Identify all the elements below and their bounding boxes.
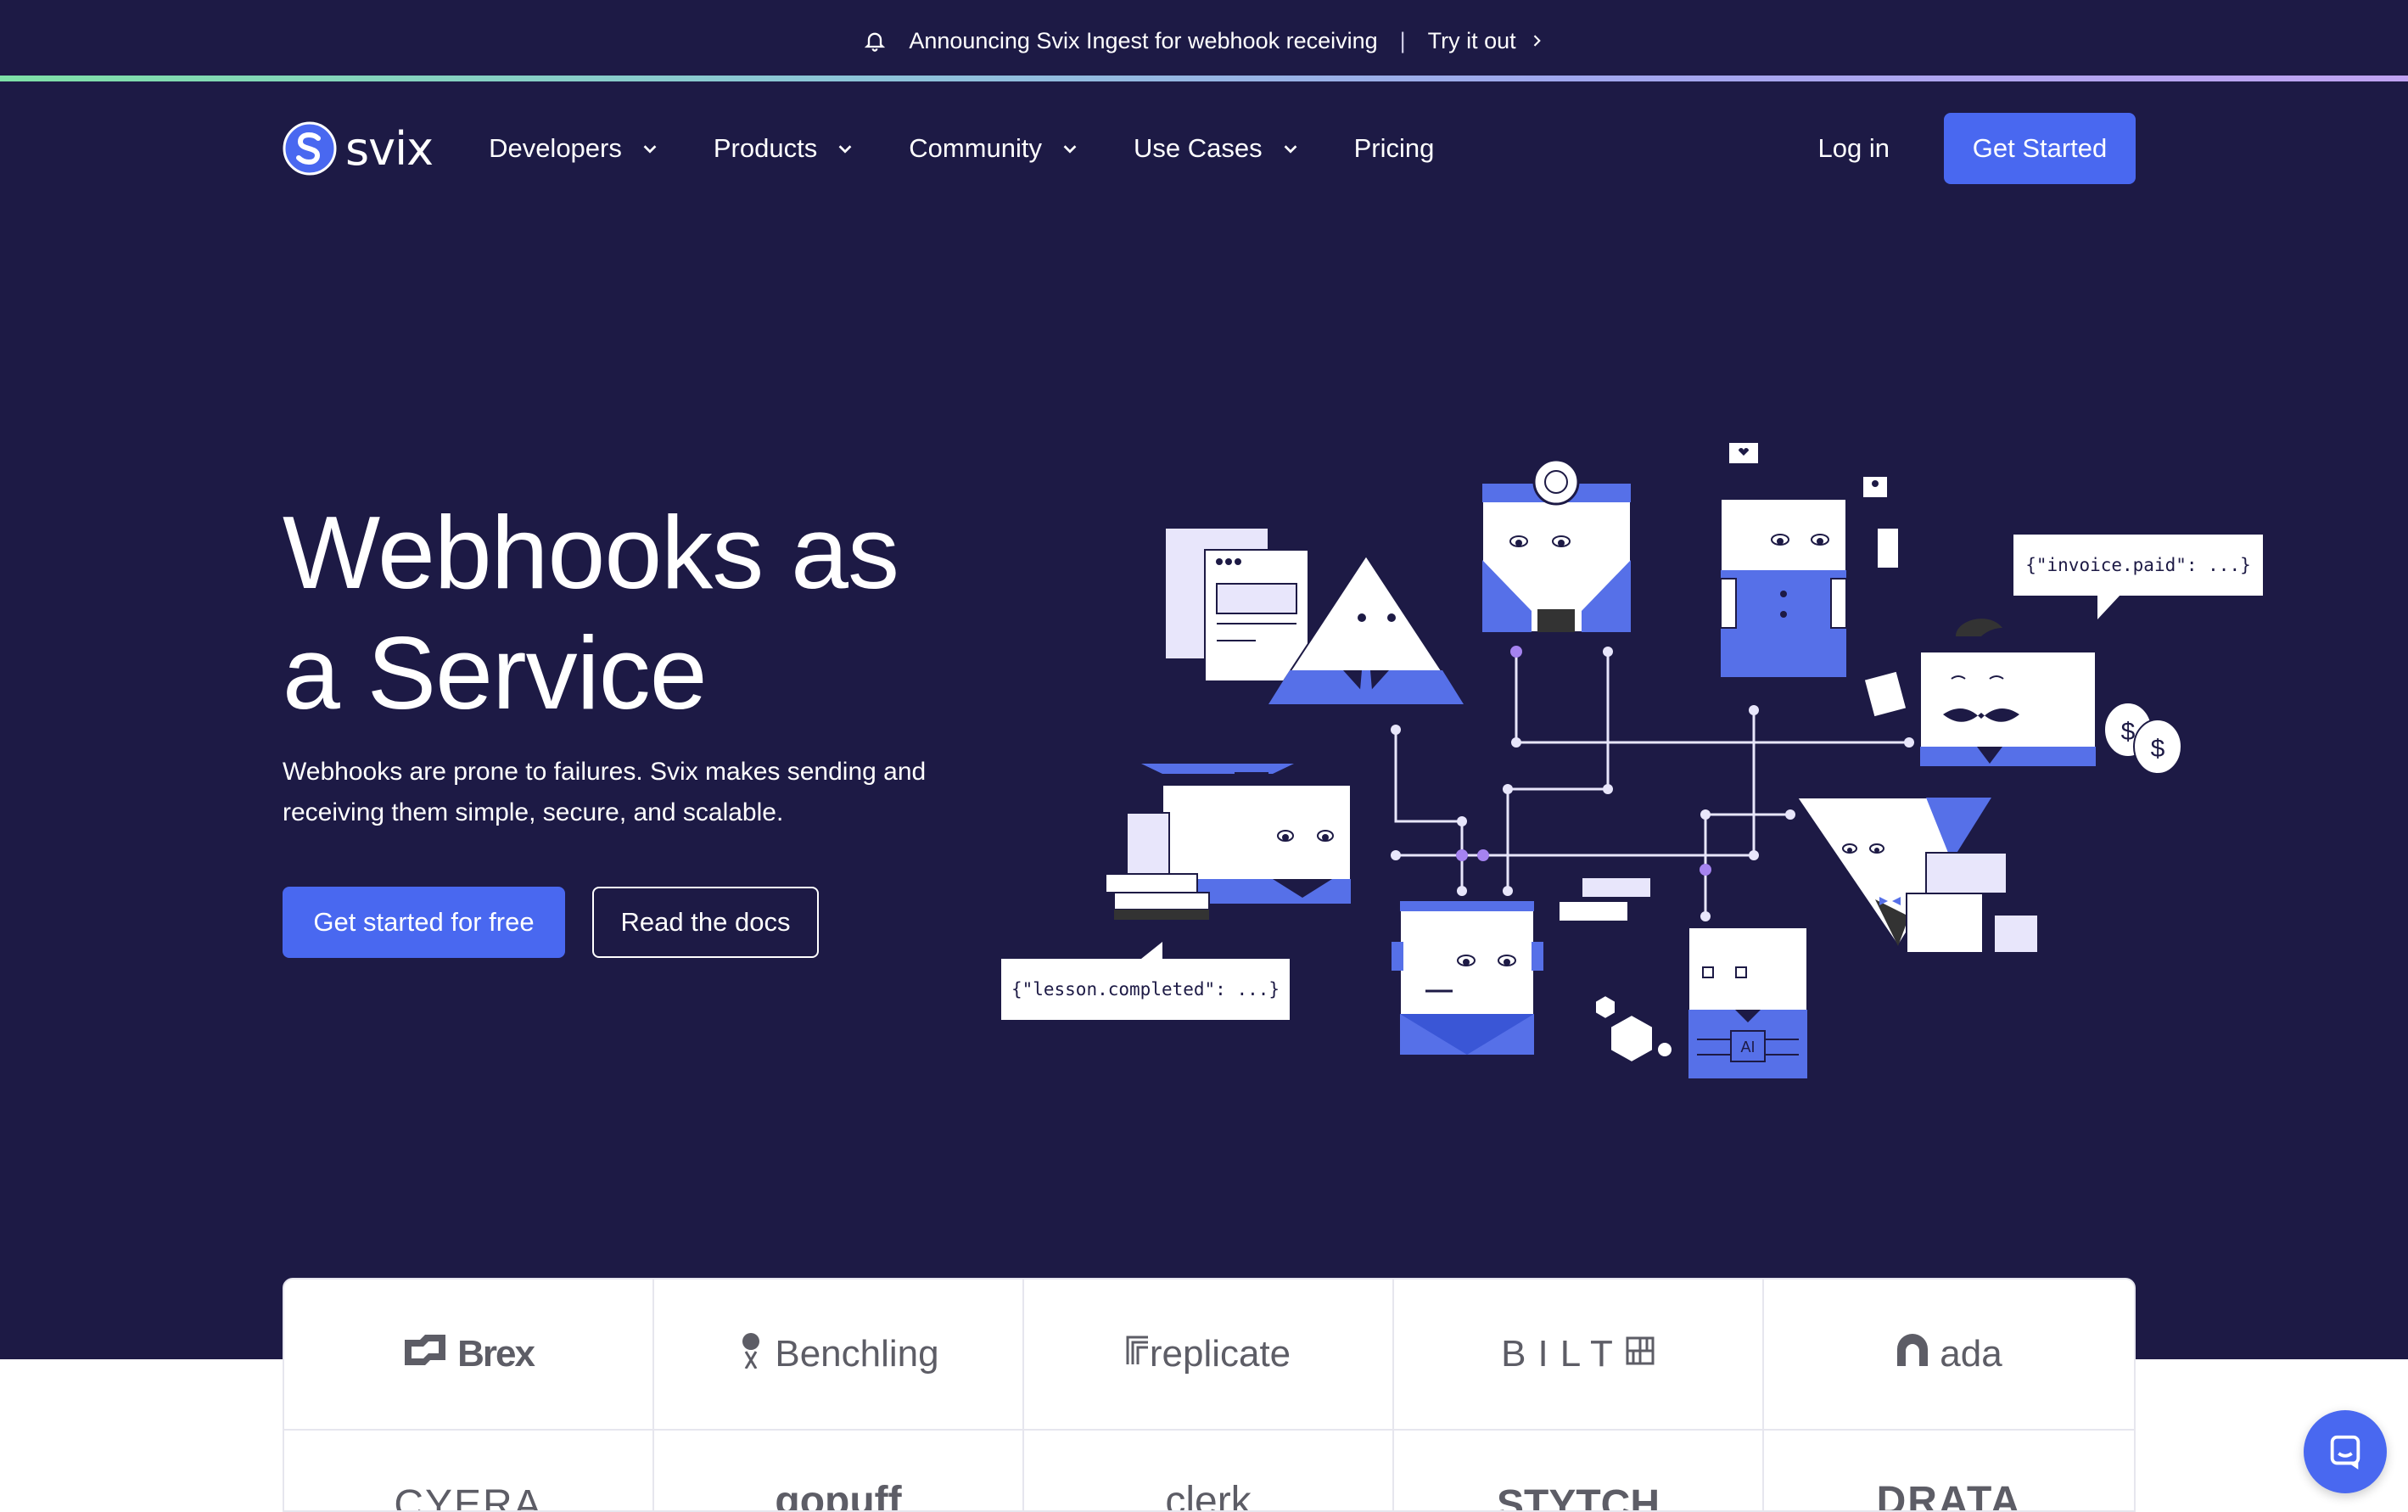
chevron-down-icon (1284, 145, 1296, 154)
nav-community-label: Community (909, 133, 1042, 163)
announcement-bar: Announcing Svix Ingest for webhook recei… (0, 0, 2408, 81)
get-started-free-button[interactable]: Get started for free (283, 887, 565, 958)
try-it-out-label: Try it out (1427, 27, 1516, 53)
blue-suit-character (1720, 498, 1847, 678)
nav-use-cases[interactable]: Use Cases (1134, 133, 1300, 164)
chat-bubble-small (1560, 902, 1627, 921)
login-link[interactable]: Log in (1818, 133, 1890, 164)
brex-logo-icon (403, 1333, 447, 1376)
nav-products-label: Products (713, 133, 818, 163)
try-it-out-link[interactable]: Try it out (1428, 28, 1545, 54)
main-nav: svix Developers Products Community Use C… (283, 112, 2136, 185)
chat-widget-button[interactable] (2304, 1410, 2387, 1493)
customer-logo-text: clerk (1165, 1479, 1252, 1512)
lesson-bubble-text: {"lesson.completed": ...} (1011, 979, 1280, 1000)
nav-actions: Log in Get Started (1818, 113, 2136, 184)
get-started-button[interactable]: Get Started (1944, 113, 2136, 184)
nav-use-cases-label: Use Cases (1133, 133, 1263, 163)
invoice-bubble-text: {"invoice.paid": ...} (2025, 555, 2251, 575)
chevron-down-icon (838, 145, 852, 154)
gradient-divider (0, 76, 2408, 81)
network-highlight-nodes (1456, 646, 1711, 876)
graduate-character (1105, 764, 1352, 920)
nav-pricing-label: Pricing (1353, 133, 1435, 163)
customer-logo-stytch: STYTCH (1394, 1431, 1764, 1512)
announcement-text: Announcing Svix Ingest for webhook recei… (909, 27, 1378, 53)
chevron-down-icon (1063, 145, 1077, 154)
hero-subtitle: Webhooks are prone to failures. Svix mak… (283, 752, 995, 833)
bell-icon (865, 32, 886, 52)
hero-title-line-1: Webhooks as (283, 495, 899, 610)
hero-title-line-2: a Service (283, 615, 708, 731)
customer-logo-text: Brex (457, 1333, 535, 1375)
customer-logo-drata: DRATA (1764, 1431, 2134, 1512)
robot-character (1688, 927, 1808, 1079)
customer-logo-gopuff: gopuff (654, 1431, 1024, 1512)
customer-logo-cyera: CYERA (284, 1431, 654, 1512)
ada-logo-icon (1896, 1332, 1929, 1377)
chevron-right-icon (1533, 35, 1541, 47)
delivery-character (1795, 797, 2039, 954)
hero-illustration: {"invoice.paid": ...} $ $ {"lesson.compl… (1001, 443, 2263, 1079)
chevron-down-icon (643, 145, 657, 154)
robot-chip-label: AI (1740, 1039, 1755, 1056)
chat-bubble-small (1582, 878, 1650, 897)
customer-logo-text: DRATA (1876, 1479, 2022, 1512)
phone-icon (1876, 527, 1900, 569)
money-bag-symbol: $ (2121, 718, 2136, 746)
hero-actions: Get started for free Read the docs (283, 887, 819, 958)
customer-logos-grid: Brex Benchling replicate BILT ada CYERA … (283, 1278, 2136, 1512)
customer-logo-brex: Brex (284, 1280, 654, 1431)
read-docs-button[interactable]: Read the docs (592, 887, 819, 958)
invoice-bubble (2013, 535, 2263, 619)
headset-character (1392, 901, 1543, 1056)
mustache-character (1919, 619, 2097, 767)
hero-subtitle-line-1: Webhooks are prone to failures. Svix mak… (283, 758, 927, 786)
hexagon-shapes (1594, 994, 1673, 1064)
nav-developers-label: Developers (489, 133, 622, 163)
benchling-logo-icon (737, 1331, 764, 1378)
customer-logo-ada: ada (1764, 1280, 2134, 1431)
customer-logo-bilt: BILT (1394, 1280, 1764, 1431)
customer-logo-text: ada (1940, 1333, 2002, 1375)
money-bag-symbol: $ (2151, 735, 2165, 763)
nav-products[interactable]: Products (714, 133, 854, 164)
nav-developers[interactable]: Developers (489, 133, 659, 164)
customer-logo-replicate: replicate (1024, 1280, 1394, 1431)
customer-logo-text: Benchling (775, 1333, 939, 1375)
network-lines (1394, 652, 1909, 916)
announcement-separator: | (1399, 27, 1406, 53)
network-nodes (1391, 647, 1914, 921)
chat-icon (2330, 1435, 2360, 1470)
brand-name: svix (345, 121, 434, 176)
customer-logo-text: BILT (1501, 1333, 1625, 1375)
svix-logo-icon (283, 121, 337, 176)
calculator-icon (1862, 669, 1908, 719)
hero-subtitle-line-2: receiving them simple, secure, and scala… (283, 798, 784, 826)
customer-logo-text: replicate (1149, 1333, 1291, 1375)
customer-logo-text: gopuff (775, 1479, 902, 1512)
hero-title: Webhooks as a Service (283, 492, 1046, 733)
replicate-logo-icon (1126, 1333, 1150, 1375)
doctor-character (1481, 458, 1632, 633)
document-front (1204, 549, 1309, 682)
customer-logo-text: STYTCH (1497, 1482, 1660, 1512)
nav-community[interactable]: Community (909, 133, 1079, 164)
bilt-logo-icon (1625, 1333, 1655, 1375)
svix-logo[interactable]: svix (283, 121, 434, 176)
money-bags-icon (2103, 702, 2182, 775)
customer-logo-benchling: Benchling (654, 1280, 1024, 1431)
nav-pricing[interactable]: Pricing (1354, 133, 1435, 164)
customer-logo-text: CYERA (394, 1482, 543, 1512)
customer-logo-clerk: clerk (1024, 1431, 1394, 1512)
